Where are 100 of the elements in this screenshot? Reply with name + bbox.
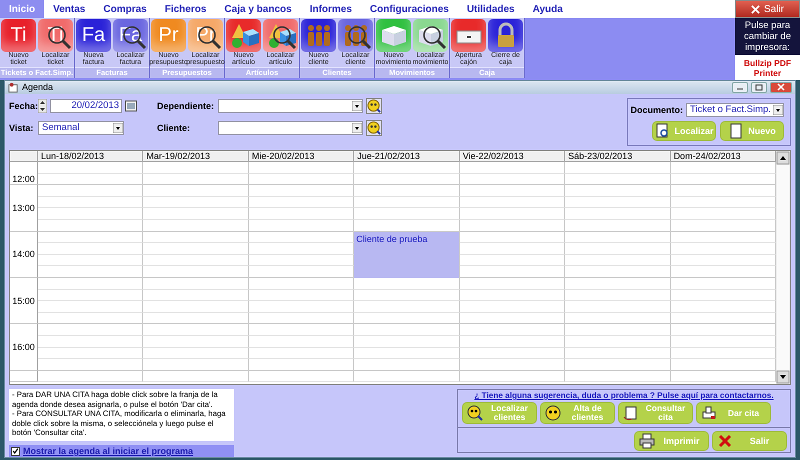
calendar-slot[interactable] <box>354 290 460 302</box>
calendar-slot[interactable] <box>354 370 460 382</box>
calendar-slot[interactable] <box>565 208 671 220</box>
calendar-slot[interactable] <box>565 336 671 348</box>
calendar-slot[interactable] <box>670 359 776 371</box>
calendar-slot[interactable] <box>248 359 354 371</box>
calendar-slot[interactable] <box>670 324 776 336</box>
calendar-slot[interactable] <box>143 196 249 208</box>
printer-name[interactable]: Bullzip PDF Printer <box>735 55 800 80</box>
calendar-slot[interactable] <box>248 336 354 348</box>
calendar-slot[interactable] <box>38 174 144 186</box>
calendar-slot[interactable] <box>460 243 566 255</box>
calendar-slot[interactable] <box>143 232 249 244</box>
menu-tab[interactable]: Ficheros <box>156 0 216 18</box>
calendar-slot[interactable] <box>565 370 671 382</box>
calendar-slot[interactable] <box>38 196 144 208</box>
menu-tab[interactable]: Compras <box>94 0 156 18</box>
calendar-slot[interactable] <box>565 359 671 371</box>
menu-tab[interactable]: Informes <box>300 0 361 18</box>
calendar-slot[interactable] <box>565 162 671 174</box>
menu-tab[interactable]: Caja y bancos <box>215 0 301 18</box>
calendar-slot[interactable] <box>460 174 566 186</box>
calendar-slot[interactable] <box>143 185 249 197</box>
printer-prompt[interactable]: Pulse para cambiar de impresora: <box>735 18 800 55</box>
calendar-slot[interactable] <box>38 290 144 302</box>
calendar-slot[interactable] <box>354 185 460 197</box>
calendar-slot[interactable] <box>248 312 354 324</box>
search-button[interactable] <box>366 98 382 114</box>
calendar-slot[interactable] <box>460 348 566 360</box>
calendar-slot[interactable] <box>38 254 144 266</box>
calendar-slot[interactable] <box>143 370 249 382</box>
checkbox[interactable] <box>11 446 20 456</box>
calendar-slot[interactable] <box>38 278 144 290</box>
calendar-slot[interactable] <box>460 278 566 290</box>
calendar-slot[interactable] <box>248 174 354 186</box>
calendar-slot[interactable] <box>38 348 144 360</box>
minimize-button[interactable] <box>732 82 748 93</box>
calendar-slot[interactable] <box>565 301 671 313</box>
calendar-slot[interactable] <box>670 208 776 220</box>
calendar-slot[interactable] <box>143 359 249 371</box>
menu-tab[interactable]: Configuraciones <box>360 0 458 18</box>
calendar-slot[interactable] <box>565 174 671 186</box>
calendar-slot[interactable] <box>143 312 249 324</box>
calendar-slot[interactable] <box>38 185 144 197</box>
calendar-slot[interactable] <box>38 220 144 232</box>
calendar-slot[interactable] <box>143 266 249 278</box>
calendar-slot[interactable] <box>38 336 144 348</box>
calendar-slot[interactable] <box>248 243 354 255</box>
calendar-slot[interactable] <box>248 220 354 232</box>
calendar-slot[interactable] <box>248 232 354 244</box>
appointment[interactable]: Cliente de prueba <box>354 232 460 278</box>
calendar-slot[interactable] <box>38 243 144 255</box>
calendar-slot[interactable] <box>565 348 671 360</box>
calendar-slot[interactable] <box>248 370 354 382</box>
calendar-slot[interactable] <box>354 348 460 360</box>
calendar-slot[interactable] <box>460 254 566 266</box>
calendar-slot[interactable] <box>248 324 354 336</box>
calendar-slot[interactable] <box>143 254 249 266</box>
calendar-slot[interactable] <box>565 243 671 255</box>
calendar-slot[interactable] <box>460 185 566 197</box>
document-dropdown[interactable]: Ticket o Fact.Simp. <box>686 102 784 117</box>
calendar-slot[interactable] <box>460 359 566 371</box>
calendar-slot[interactable] <box>143 243 249 255</box>
calendar-slot[interactable] <box>460 312 566 324</box>
calendar-slot[interactable] <box>248 266 354 278</box>
exit-button[interactable]: Salir <box>735 0 800 18</box>
calendar-slot[interactable] <box>460 162 566 174</box>
calendar-slot[interactable] <box>354 196 460 208</box>
checkbox-label[interactable]: Mostrar la agenda al iniciar el programa <box>23 446 194 456</box>
calendar-slot[interactable] <box>565 324 671 336</box>
calendar-slot[interactable] <box>248 278 354 290</box>
calendar-slot[interactable] <box>460 196 566 208</box>
combo-field[interactable] <box>218 98 363 113</box>
view-dropdown[interactable]: Semanal <box>38 120 124 135</box>
date-field[interactable]: 20/02/2013 <box>50 98 122 113</box>
calendar-slot[interactable] <box>38 208 144 220</box>
calendar-slot[interactable] <box>460 290 566 302</box>
calendar-slot[interactable] <box>670 301 776 313</box>
scrollbar[interactable] <box>776 151 790 384</box>
calendar-slot[interactable] <box>143 278 249 290</box>
calendar-slot[interactable] <box>248 185 354 197</box>
menu-tab[interactable]: Ayuda <box>524 0 572 18</box>
calendar-slot[interactable] <box>354 301 460 313</box>
calendar-slot[interactable] <box>460 336 566 348</box>
calendar-slot[interactable] <box>38 370 144 382</box>
menu-tab[interactable]: Utilidades <box>458 0 524 18</box>
calendar-slot[interactable] <box>143 162 249 174</box>
calendar-slot[interactable] <box>565 220 671 232</box>
calendar-slot[interactable] <box>460 220 566 232</box>
calendar-slot[interactable] <box>143 324 249 336</box>
calendar-slot[interactable] <box>460 266 566 278</box>
calendar-slot[interactable] <box>38 162 144 174</box>
calendar-slot[interactable] <box>38 312 144 324</box>
calendar-slot[interactable] <box>354 324 460 336</box>
calendar-slot[interactable] <box>354 278 460 290</box>
calendar-slot[interactable] <box>248 162 354 174</box>
maximize-button[interactable] <box>751 82 767 93</box>
calendar-slot[interactable] <box>38 359 144 371</box>
calendar-slot[interactable] <box>460 232 566 244</box>
calendar-slot[interactable] <box>143 174 249 186</box>
